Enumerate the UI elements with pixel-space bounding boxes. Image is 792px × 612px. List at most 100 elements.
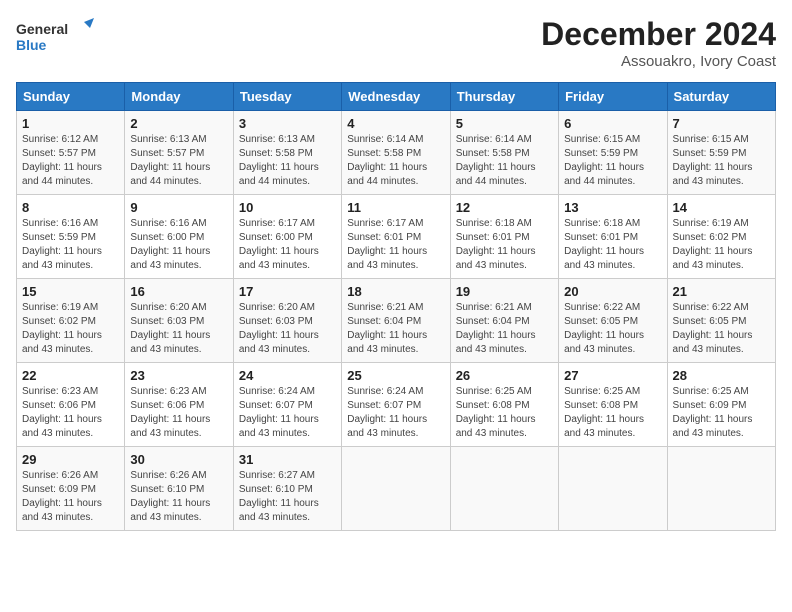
day-number: 4 [347,116,444,131]
day-cell-w2-d3: 10 Sunrise: 6:17 AM Sunset: 6:00 PM Dayl… [233,195,341,279]
day-info: Sunrise: 6:26 AM Sunset: 6:10 PM Dayligh… [130,469,227,525]
day-cell-w1-d5: 5 Sunrise: 6:14 AM Sunset: 5:58 PM Dayli… [450,111,558,195]
sunrise-label: Sunrise: 6:25 AM [673,386,749,397]
header-sunday: Sunday [17,83,125,111]
sunrise-label: Sunrise: 6:22 AM [564,302,640,313]
day-cell-w5-d2: 30 Sunrise: 6:26 AM Sunset: 6:10 PM Dayl… [125,447,233,531]
sunset-label: Sunset: 6:02 PM [673,232,747,243]
sunrise-label: Sunrise: 6:21 AM [456,302,532,313]
sunrise-label: Sunrise: 6:14 AM [456,134,532,145]
sunrise-label: Sunrise: 6:19 AM [673,218,749,229]
sunset-label: Sunset: 6:03 PM [130,316,204,327]
sunset-label: Sunset: 6:08 PM [564,400,638,411]
day-number: 15 [22,284,119,299]
sunrise-label: Sunrise: 6:17 AM [347,218,423,229]
day-info: Sunrise: 6:23 AM Sunset: 6:06 PM Dayligh… [22,385,119,441]
day-info: Sunrise: 6:16 AM Sunset: 6:00 PM Dayligh… [130,217,227,273]
sunset-label: Sunset: 5:58 PM [239,148,313,159]
day-info: Sunrise: 6:21 AM Sunset: 6:04 PM Dayligh… [456,301,553,357]
sunset-label: Sunset: 6:07 PM [239,400,313,411]
sunset-label: Sunset: 6:05 PM [564,316,638,327]
day-number: 19 [456,284,553,299]
sunset-label: Sunset: 6:10 PM [239,484,313,495]
sunrise-label: Sunrise: 6:20 AM [130,302,206,313]
daylight-label: Daylight: 11 hours and 43 minutes. [22,330,102,355]
page-title: December 2024 [541,16,776,53]
day-cell-w2-d2: 9 Sunrise: 6:16 AM Sunset: 6:00 PM Dayli… [125,195,233,279]
day-number: 24 [239,368,336,383]
day-cell-w2-d4: 11 Sunrise: 6:17 AM Sunset: 6:01 PM Dayl… [342,195,450,279]
daylight-label: Daylight: 11 hours and 44 minutes. [456,162,536,187]
day-number: 7 [673,116,770,131]
day-info: Sunrise: 6:27 AM Sunset: 6:10 PM Dayligh… [239,469,336,525]
page-header: General Blue December 2024 Assouakro, Iv… [16,16,776,70]
daylight-label: Daylight: 11 hours and 43 minutes. [239,498,319,523]
sunrise-label: Sunrise: 6:25 AM [456,386,532,397]
daylight-label: Daylight: 11 hours and 43 minutes. [130,414,210,439]
week-row-3: 15 Sunrise: 6:19 AM Sunset: 6:02 PM Dayl… [17,279,776,363]
daylight-label: Daylight: 11 hours and 44 minutes. [22,162,102,187]
day-cell-w1-d3: 3 Sunrise: 6:13 AM Sunset: 5:58 PM Dayli… [233,111,341,195]
daylight-label: Daylight: 11 hours and 44 minutes. [239,162,319,187]
day-info: Sunrise: 6:20 AM Sunset: 6:03 PM Dayligh… [239,301,336,357]
sunset-label: Sunset: 6:07 PM [347,400,421,411]
daylight-label: Daylight: 11 hours and 43 minutes. [456,246,536,271]
daylight-label: Daylight: 11 hours and 43 minutes. [347,330,427,355]
svg-text:Blue: Blue [16,37,47,53]
day-number: 6 [564,116,661,131]
day-info: Sunrise: 6:15 AM Sunset: 5:59 PM Dayligh… [564,133,661,189]
daylight-label: Daylight: 11 hours and 43 minutes. [673,246,753,271]
day-number: 17 [239,284,336,299]
sunrise-label: Sunrise: 6:15 AM [564,134,640,145]
day-info: Sunrise: 6:14 AM Sunset: 5:58 PM Dayligh… [456,133,553,189]
day-info: Sunrise: 6:25 AM Sunset: 6:09 PM Dayligh… [673,385,770,441]
day-number: 23 [130,368,227,383]
day-info: Sunrise: 6:17 AM Sunset: 6:00 PM Dayligh… [239,217,336,273]
week-row-1: 1 Sunrise: 6:12 AM Sunset: 5:57 PM Dayli… [17,111,776,195]
page-subtitle: Assouakro, Ivory Coast [541,53,776,70]
daylight-label: Daylight: 11 hours and 43 minutes. [239,414,319,439]
sunrise-label: Sunrise: 6:23 AM [130,386,206,397]
title-block: December 2024 Assouakro, Ivory Coast [541,16,776,70]
day-cell-w5-d3: 31 Sunrise: 6:27 AM Sunset: 6:10 PM Dayl… [233,447,341,531]
day-info: Sunrise: 6:12 AM Sunset: 5:57 PM Dayligh… [22,133,119,189]
daylight-label: Daylight: 11 hours and 44 minutes. [130,162,210,187]
day-cell-w5-d5 [450,447,558,531]
daylight-label: Daylight: 11 hours and 43 minutes. [130,246,210,271]
day-number: 9 [130,200,227,215]
sunrise-label: Sunrise: 6:18 AM [564,218,640,229]
day-cell-w4-d2: 23 Sunrise: 6:23 AM Sunset: 6:06 PM Dayl… [125,363,233,447]
sunrise-label: Sunrise: 6:17 AM [239,218,315,229]
sunset-label: Sunset: 6:06 PM [22,400,96,411]
daylight-label: Daylight: 11 hours and 43 minutes. [673,162,753,187]
day-cell-w3-d2: 16 Sunrise: 6:20 AM Sunset: 6:03 PM Dayl… [125,279,233,363]
day-cell-w1-d4: 4 Sunrise: 6:14 AM Sunset: 5:58 PM Dayli… [342,111,450,195]
day-number: 16 [130,284,227,299]
sunrise-label: Sunrise: 6:25 AM [564,386,640,397]
sunset-label: Sunset: 6:04 PM [347,316,421,327]
sunrise-label: Sunrise: 6:13 AM [239,134,315,145]
sunset-label: Sunset: 6:00 PM [239,232,313,243]
sunrise-label: Sunrise: 6:22 AM [673,302,749,313]
sunrise-label: Sunrise: 6:24 AM [347,386,423,397]
sunrise-label: Sunrise: 6:16 AM [22,218,98,229]
header-thursday: Thursday [450,83,558,111]
daylight-label: Daylight: 11 hours and 43 minutes. [239,246,319,271]
day-info: Sunrise: 6:25 AM Sunset: 6:08 PM Dayligh… [456,385,553,441]
daylight-label: Daylight: 11 hours and 43 minutes. [564,246,644,271]
day-number: 11 [347,200,444,215]
sunset-label: Sunset: 6:09 PM [22,484,96,495]
day-number: 21 [673,284,770,299]
logo: General Blue [16,16,96,56]
day-cell-w2-d1: 8 Sunrise: 6:16 AM Sunset: 5:59 PM Dayli… [17,195,125,279]
sunset-label: Sunset: 6:01 PM [456,232,530,243]
sunrise-label: Sunrise: 6:19 AM [22,302,98,313]
day-info: Sunrise: 6:15 AM Sunset: 5:59 PM Dayligh… [673,133,770,189]
sunrise-label: Sunrise: 6:20 AM [239,302,315,313]
daylight-label: Daylight: 11 hours and 43 minutes. [347,414,427,439]
day-number: 31 [239,452,336,467]
day-cell-w4-d1: 22 Sunrise: 6:23 AM Sunset: 6:06 PM Dayl… [17,363,125,447]
day-info: Sunrise: 6:24 AM Sunset: 6:07 PM Dayligh… [239,385,336,441]
daylight-label: Daylight: 11 hours and 43 minutes. [22,498,102,523]
day-cell-w4-d6: 27 Sunrise: 6:25 AM Sunset: 6:08 PM Dayl… [559,363,667,447]
